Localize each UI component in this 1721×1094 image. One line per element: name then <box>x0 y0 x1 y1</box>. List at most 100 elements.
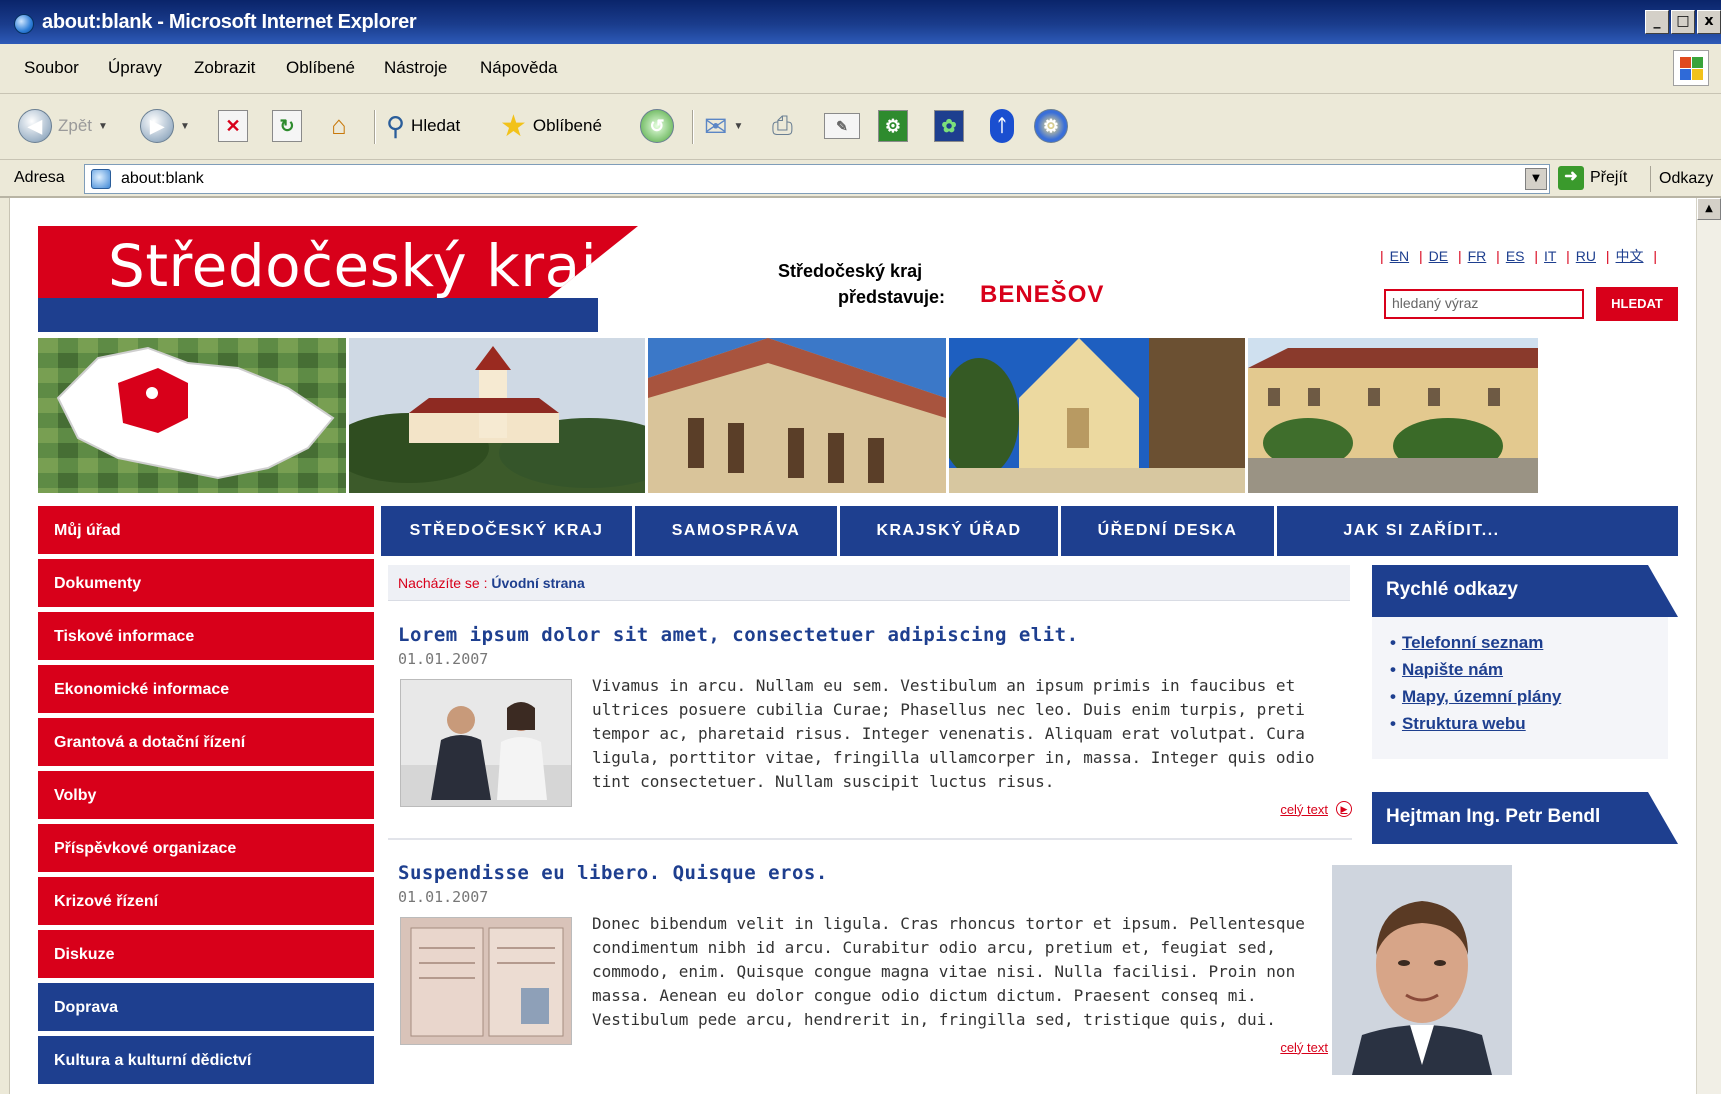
tab-krajsky-urad[interactable]: KRAJSKÝ ÚŘAD <box>840 506 1061 556</box>
quick-links-box: Telefonní seznam Napište nám Mapy, územn… <box>1372 617 1668 759</box>
print-button[interactable]: ⎙ <box>772 106 793 146</box>
minimize-button[interactable]: _ <box>1645 10 1669 34</box>
lang-de[interactable]: DE <box>1429 248 1448 264</box>
site-search-input[interactable]: hledaný výraz <box>1384 289 1584 319</box>
quick-link-struktura-webu[interactable]: Struktura webu <box>1390 714 1668 734</box>
site-search-button[interactable]: HLEDAT <box>1596 287 1678 321</box>
nav-item-diskuze[interactable]: Diskuze <box>38 930 374 980</box>
article: Suspendisse eu libero. Quisque eros. 01.… <box>398 862 1358 1055</box>
breadcrumb-label: Nacházíte se : <box>398 575 488 591</box>
refresh-button[interactable]: ↻ <box>272 106 302 146</box>
article-title[interactable]: Lorem ipsum dolor sit amet, consectetuer… <box>398 624 1358 646</box>
read-more-link[interactable]: celý text ▶ <box>1280 801 1352 817</box>
nav-item-grantova-rizeni[interactable]: Grantová a dotační řízení <box>38 718 374 768</box>
toolbar-separator <box>692 110 694 144</box>
extension-button[interactable]: ⚙ <box>1034 106 1068 146</box>
city-name: BENEŠOV <box>980 281 1105 308</box>
logo-banner[interactable]: Středočeský kraj <box>38 226 638 298</box>
search-label: Hledat <box>411 116 461 135</box>
nav-item-muj-urad[interactable]: Můj úřad <box>38 506 374 556</box>
edit-button[interactable]: ✎ <box>824 106 860 146</box>
lang-it[interactable]: IT <box>1544 248 1556 264</box>
address-field[interactable]: about:blank ▼ <box>84 164 1550 194</box>
region-map-image <box>38 338 346 493</box>
favorites-button[interactable]: ★ Oblíbené <box>500 106 602 146</box>
logo-text: Středočeský kraj <box>108 232 598 300</box>
flower-icon: ✿ <box>934 110 964 142</box>
history-button[interactable]: ↺ <box>640 106 674 146</box>
menu-view[interactable]: Zobrazit <box>194 58 255 78</box>
tab-stredocesky-kraj[interactable]: STŘEDOČESKÝ KRAJ <box>381 506 635 556</box>
governor-portrait[interactable] <box>1332 865 1512 1075</box>
page-viewport: Středočeský kraj Středočeský kraj předst… <box>10 198 1696 1094</box>
tab-jak-si-zaridit[interactable]: JAK SI ZAŘÍDIT... <box>1277 506 1566 556</box>
lang-fr[interactable]: FR <box>1468 248 1487 264</box>
vertical-scrollbar[interactable]: ▲ <box>1696 198 1721 1094</box>
governor-header: Hejtman Ing. Petr Bendl <box>1372 792 1678 844</box>
bluetooth-icon: ᛏ <box>990 109 1014 143</box>
messenger-button[interactable]: ⚙ <box>878 106 908 146</box>
home-button[interactable]: ⌂ <box>324 106 354 146</box>
lang-es[interactable]: ES <box>1506 248 1525 264</box>
lang-zh[interactable]: 中文 <box>1616 248 1644 264</box>
go-label: Přejít <box>1590 169 1628 186</box>
presents-line2: představuje: <box>838 287 946 307</box>
quick-links-header: Rychlé odkazy <box>1372 565 1678 617</box>
top-navigation: STŘEDOČESKÝ KRAJ SAMOSPRÁVA KRAJSKÝ ÚŘAD… <box>381 506 1678 556</box>
tab-uredni-deska[interactable]: ÚŘEDNÍ DESKA <box>1061 506 1277 556</box>
tab-samosprava[interactable]: SAMOSPRÁVA <box>635 506 840 556</box>
nav-item-prispevkove-organizace[interactable]: Příspěvkové organizace <box>38 824 374 874</box>
mail-button[interactable]: ✉ ▼ <box>704 106 743 146</box>
breadcrumb-current[interactable]: Úvodní strana <box>491 575 584 591</box>
nav-item-volby[interactable]: Volby <box>38 771 374 821</box>
nav-item-kultura[interactable]: Kultura a kulturní dědictví <box>38 1036 374 1086</box>
article-image[interactable] <box>400 679 572 807</box>
menu-tools[interactable]: Nástroje <box>384 58 447 78</box>
menu-help[interactable]: Nápověda <box>480 58 558 78</box>
language-switcher: | EN | DE | FR | ES | IT | RU | 中文 | <box>1380 248 1658 264</box>
search-button[interactable]: ⚲ Hledat <box>386 106 460 146</box>
globe-icon: ⚙ <box>1034 109 1068 143</box>
back-button[interactable]: ◀ Zpět ▼ <box>18 106 108 146</box>
quick-link-napiste-nam[interactable]: Napište nám <box>1390 660 1668 680</box>
chevron-down-icon[interactable]: ▼ <box>1525 168 1547 190</box>
nav-item-krizove-rizeni[interactable]: Krizové řízení <box>38 877 374 927</box>
article-date: 01.01.2007 <box>398 888 489 906</box>
photo-strip <box>38 338 1678 493</box>
close-button[interactable]: x <box>1697 10 1721 34</box>
nav-item-doprava[interactable]: Doprava <box>38 983 374 1033</box>
read-more-label: celý text <box>1280 801 1328 817</box>
stop-button[interactable]: ✕ <box>218 106 248 146</box>
standard-toolbar: ◀ Zpět ▼ ▶ ▼ ✕ ↻ ⌂ ⚲ Hledat ★ Oblíbené ↺ <box>0 94 1721 160</box>
article-date: 01.01.2007 <box>398 650 489 668</box>
window-title: about:blank - Microsoft Internet Explore… <box>42 11 417 33</box>
forward-button[interactable]: ▶ ▼ <box>140 106 190 146</box>
scroll-up-icon[interactable]: ▲ <box>1697 198 1721 220</box>
edit-page-icon: ✎ <box>824 113 860 139</box>
lang-en[interactable]: EN <box>1390 248 1409 264</box>
lang-ru[interactable]: RU <box>1576 248 1596 264</box>
quick-link-mapy[interactable]: Mapy, územní plány <box>1390 687 1668 707</box>
window-controls: _ □ x <box>1645 10 1721 34</box>
breadcrumb: Nacházíte se : Úvodní strana <box>388 565 1350 601</box>
bluetooth-button[interactable]: ᛏ <box>990 106 1014 146</box>
back-arrow-icon: ◀ <box>18 109 52 143</box>
back-label: Zpět <box>58 116 93 135</box>
links-button[interactable]: Odkazy <box>1650 166 1713 192</box>
chevron-down-icon: ▼ <box>733 120 744 132</box>
menu-favorites[interactable]: Oblíbené <box>286 58 355 78</box>
article-image[interactable] <box>400 917 572 1045</box>
quick-link-telefonni-seznam[interactable]: Telefonní seznam <box>1390 633 1668 653</box>
nav-item-ekonomicke-informace[interactable]: Ekonomické informace <box>38 665 374 715</box>
nav-item-dokumenty[interactable]: Dokumenty <box>38 559 374 609</box>
chevron-down-icon: ▼ <box>180 120 190 132</box>
nav-item-tiskove-informace[interactable]: Tiskové informace <box>38 612 374 662</box>
addon-button[interactable]: ✿ <box>934 106 964 146</box>
go-button[interactable]: ➜ Přejít <box>1558 166 1627 190</box>
article-title[interactable]: Suspendisse eu libero. Quisque eros. <box>398 862 1358 884</box>
page-icon <box>91 169 111 189</box>
menu-file[interactable]: Soubor <box>24 58 79 78</box>
menu-edit[interactable]: Úpravy <box>108 58 162 78</box>
maximize-button[interactable]: □ <box>1671 10 1695 34</box>
presents-line1: Středočeský kraj <box>778 261 923 281</box>
